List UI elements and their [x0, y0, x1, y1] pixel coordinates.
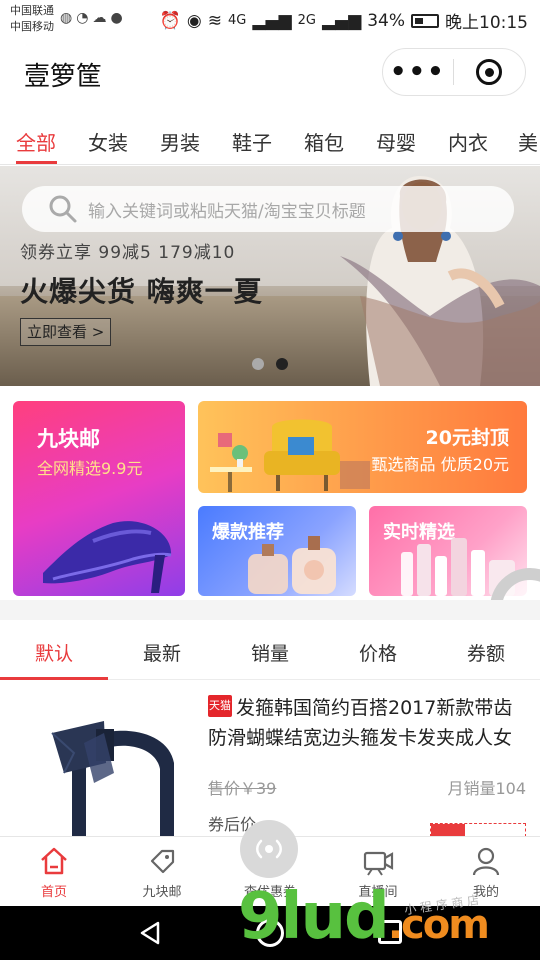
watermark-brand: 9lud: [238, 880, 390, 954]
armchair-image: [210, 419, 370, 492]
banner-pagination: [252, 358, 288, 370]
signal-icon: ▂▄▆: [252, 10, 292, 31]
cloud-icon: ☁: [92, 10, 107, 26]
eye-icon: ◉: [186, 10, 202, 31]
back-icon[interactable]: [138, 920, 164, 946]
tab-nine-yuan[interactable]: 九块邮: [108, 837, 216, 907]
user-icon: [472, 847, 500, 876]
floating-live-button[interactable]: [240, 820, 298, 878]
navigation-bar: 壹箩筐 •••: [0, 40, 540, 110]
category-tab-beauty[interactable]: 美: [518, 127, 538, 156]
live-broadcast-icon: [256, 839, 282, 859]
section-divider: [0, 600, 540, 620]
category-tabs: 全部 女装 男装 鞋子 箱包 母婴 内衣 美: [0, 115, 540, 165]
banner-headline: 火爆尖货 嗨爽一夏: [20, 275, 263, 308]
headband-product-image: [51, 721, 174, 843]
promo-card-twenty-cap[interactable]: 20元封顶 甄选商品 优质20元: [198, 401, 527, 493]
tab-home[interactable]: 首页: [0, 837, 108, 907]
capsule-menu: •••: [382, 48, 526, 96]
promo-banner[interactable]: 输入关键词或粘贴天猫/淘宝宝贝标题 领券立享 99减5 179减10 火爆尖货 …: [0, 166, 540, 386]
category-tab-shoes[interactable]: 鞋子: [232, 127, 272, 156]
wifi-icon: ≋: [207, 10, 223, 31]
sort-active-indicator: [0, 677, 108, 680]
promo-nine-title: 九块邮: [37, 427, 100, 451]
sort-tab-coupon-amount[interactable]: 券额: [467, 639, 505, 666]
banner-dot-2[interactable]: [276, 358, 288, 370]
signal-icon-2: ▂▄▆: [321, 10, 362, 31]
notification-icons: ◍ ◔ ☁ ●: [60, 10, 123, 26]
product-original-price: 售价￥39: [208, 779, 277, 798]
product-card[interactable]: 天猫 发箍韩国简约百搭2017新款带齿防滑蝴蝶结宽边头箍发卡发夹成人女 售价￥3…: [0, 681, 540, 843]
sort-tab-latest[interactable]: 最新: [143, 639, 181, 666]
product-title[interactable]: 发箍韩国简约百搭2017新款带齿防滑蝴蝶结宽边头箍发卡发夹成人女: [208, 693, 530, 753]
product-monthly-sales: 月销量104: [447, 779, 526, 798]
sort-tabs: 默认 最新 销量 价格 券额: [0, 620, 540, 680]
sort-tab-sales[interactable]: 销量: [251, 639, 289, 666]
tab-home-label: 首页: [40, 885, 67, 900]
site-watermark: 9lud.com: [238, 880, 490, 954]
robot-icon: ◔: [76, 10, 89, 26]
alarm-icon: ⏰: [159, 10, 181, 31]
promo-twenty-title: 20元封顶: [425, 427, 509, 449]
home-icon: [41, 847, 67, 875]
promo-nine-subtitle: 全网精选9.9元: [37, 459, 143, 478]
app-screen: 中国联通 中国移动 ◍ ◔ ☁ ● ⏰ ◉ ≋ 4G ▂▄▆ 2G ▂▄▆ 34…: [0, 0, 540, 960]
sort-tab-default[interactable]: 默认: [35, 639, 73, 666]
category-tab-underwear[interactable]: 内衣: [448, 127, 488, 156]
chat-icon: ●: [110, 10, 123, 26]
banner-coupon-text: 领券立享 99减5 179减10: [20, 243, 236, 263]
tab-nine-yuan-label: 九块邮: [142, 885, 182, 900]
status-bar: 中国联通 中国移动 ◍ ◔ ☁ ● ⏰ ◉ ≋ 4G ▂▄▆ 2G ▂▄▆ 34…: [0, 0, 540, 40]
more-options-button[interactable]: •••: [383, 59, 453, 85]
network-2g: 2G: [297, 13, 316, 28]
carrier-info: 中国联通 中国移动: [10, 3, 54, 35]
category-tab-baby[interactable]: 母婴: [376, 127, 416, 156]
clock: 晚上10:15: [445, 13, 528, 33]
banner-dot-1[interactable]: [252, 358, 264, 370]
category-active-indicator: [16, 161, 57, 164]
video-icon: [363, 851, 394, 876]
carrier-2: 中国移动: [10, 20, 54, 33]
promo-twenty-subtitle: 甄选商品 优质20元: [371, 455, 509, 474]
search-placeholder: 输入关键词或粘贴天猫/淘宝宝贝标题: [88, 201, 366, 222]
wechat-icon: ◍: [60, 10, 73, 26]
app-title: 壹箩筐: [24, 62, 103, 92]
perfume-bottles-image: [248, 536, 336, 594]
search-bar[interactable]: 输入关键词或粘贴天猫/淘宝宝贝标题: [22, 186, 514, 232]
carrier-1: 中国联通: [10, 4, 54, 17]
sort-tab-price[interactable]: 价格: [359, 639, 397, 666]
promo-card-nine-yuan[interactable]: 九块邮 全网精选9.9元: [13, 401, 185, 596]
close-miniprogram-button[interactable]: [454, 59, 526, 85]
category-tab-bags[interactable]: 箱包: [304, 127, 344, 156]
search-icon: [49, 195, 77, 223]
target-icon: [476, 59, 503, 85]
network-4g: 4G: [228, 13, 247, 28]
battery-percent: 34%: [367, 10, 405, 31]
high-heel-shoe-image: [43, 521, 172, 593]
category-tab-all[interactable]: 全部: [16, 127, 56, 156]
promo-card-hot-picks[interactable]: 爆款推荐: [198, 506, 356, 596]
category-tab-men[interactable]: 男装: [160, 127, 200, 156]
system-indicators: ⏰ ◉ ≋ 4G ▂▄▆ 2G ▂▄▆ 34% 晚上10:15: [159, 8, 528, 34]
tag-icon: [150, 849, 175, 874]
banner-view-now-button[interactable]: 立即查看 >: [20, 318, 112, 346]
category-tab-women[interactable]: 女装: [88, 127, 128, 156]
coupon-badge[interactable]: [430, 823, 526, 838]
battery-icon: [411, 13, 439, 28]
